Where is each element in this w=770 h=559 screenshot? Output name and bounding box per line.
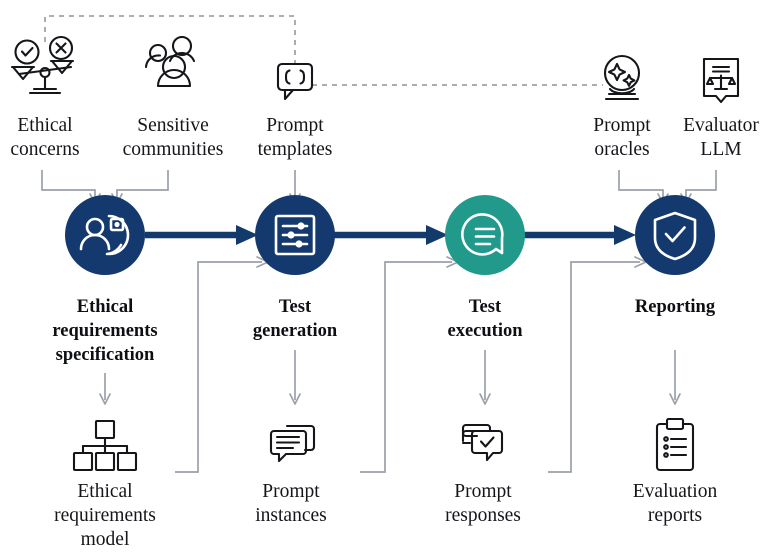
speech-bubbles-text-icon [269, 424, 316, 463]
feedback-arrow-prompt-instances-to-test-execution [360, 256, 459, 473]
arrow-sensitive-communities-to-stage1 [111, 170, 169, 204]
speech-bubbles-check-icon [461, 423, 504, 462]
artifact-label-prompt-responses-line1: Prompt [454, 481, 512, 502]
pipeline-diagram: Ethical concerns Sensitive communities P… [0, 0, 770, 559]
main-flow-arrow-2-to-3 [333, 225, 448, 245]
stage-label-ethical-requirements-specification-line2: requirements [52, 321, 157, 341]
people-group-icon [144, 35, 196, 88]
crystal-ball-sparkle-icon [603, 54, 641, 101]
input-label-prompt-oracles-line2: oracles [594, 139, 649, 160]
stage-label-test-execution-line2: execution [447, 321, 523, 341]
input-label-ethical-concerns-line1: Ethical [17, 115, 73, 136]
input-label-evaluator-llm-line2: LLM [700, 139, 741, 160]
artifact-label-ethical-requirements-model-line3: model [81, 529, 130, 550]
main-flow-arrow-3-to-4 [523, 225, 636, 245]
stage-node-ethical-requirements-specification[interactable] [65, 195, 145, 275]
main-flow-arrow-1-to-2 [145, 225, 258, 245]
input-label-sensitive-communities-line1: Sensitive [137, 115, 209, 136]
input-label-prompt-oracles-line1: Prompt [593, 115, 651, 136]
clipboard-list-icon [655, 417, 695, 472]
input-label-sensitive-communities-line2: communities [123, 139, 224, 160]
stage-label-test-generation-line1: Test [279, 297, 312, 317]
artifact-label-evaluation-reports-line2: reports [648, 505, 702, 526]
balance-scale-check-x-icon [10, 35, 75, 95]
stage-label-test-generation-line2: generation [253, 321, 338, 341]
stage-label-ethical-requirements-specification-line1: Ethical [77, 297, 134, 317]
artifact-label-ethical-requirements-model-line2: requirements [54, 505, 156, 526]
stage-label-test-execution-line1: Test [469, 297, 502, 317]
artifact-label-ethical-requirements-model-line1: Ethical [77, 481, 133, 502]
input-label-prompt-templates-line1: Prompt [266, 115, 324, 136]
arrow-stage1-to-ethical-requirements-model [99, 373, 111, 405]
stage-node-test-execution[interactable] [445, 195, 525, 275]
stage-label-ethical-requirements-specification-line3: specification [56, 345, 155, 365]
arrow-stage4-to-evaluation-reports [669, 350, 681, 405]
input-label-ethical-concerns-line2: concerns [10, 139, 79, 160]
certificate-scales-icon [702, 57, 740, 104]
stage-node-reporting[interactable] [635, 195, 715, 275]
artifact-label-prompt-responses-line2: responses [445, 505, 521, 526]
speech-bubble-braces-icon [276, 62, 314, 101]
artifact-label-evaluation-reports-line1: Evaluation [633, 481, 718, 502]
input-label-prompt-templates-line2: templates [258, 139, 333, 160]
input-label-evaluator-llm-line1: Evaluator [683, 115, 759, 136]
arrow-stage2-to-prompt-instances [289, 350, 301, 405]
stage-label-reporting-line1: Reporting [635, 297, 716, 317]
artifact-label-prompt-instances-line1: Prompt [262, 481, 320, 502]
stage-node-test-generation[interactable] [255, 195, 335, 275]
artifact-label-prompt-instances-line2: instances [255, 505, 326, 526]
feedback-arrow-ethical-requirements-model-to-test-generation [175, 256, 269, 473]
hierarchy-tree-icon [72, 419, 138, 472]
arrow-stage3-to-prompt-responses [479, 350, 491, 405]
diagram-canvas: Ethical concerns Sensitive communities P… [10, 15, 759, 550]
feedback-arrow-prompt-responses-to-reporting [548, 256, 647, 473]
